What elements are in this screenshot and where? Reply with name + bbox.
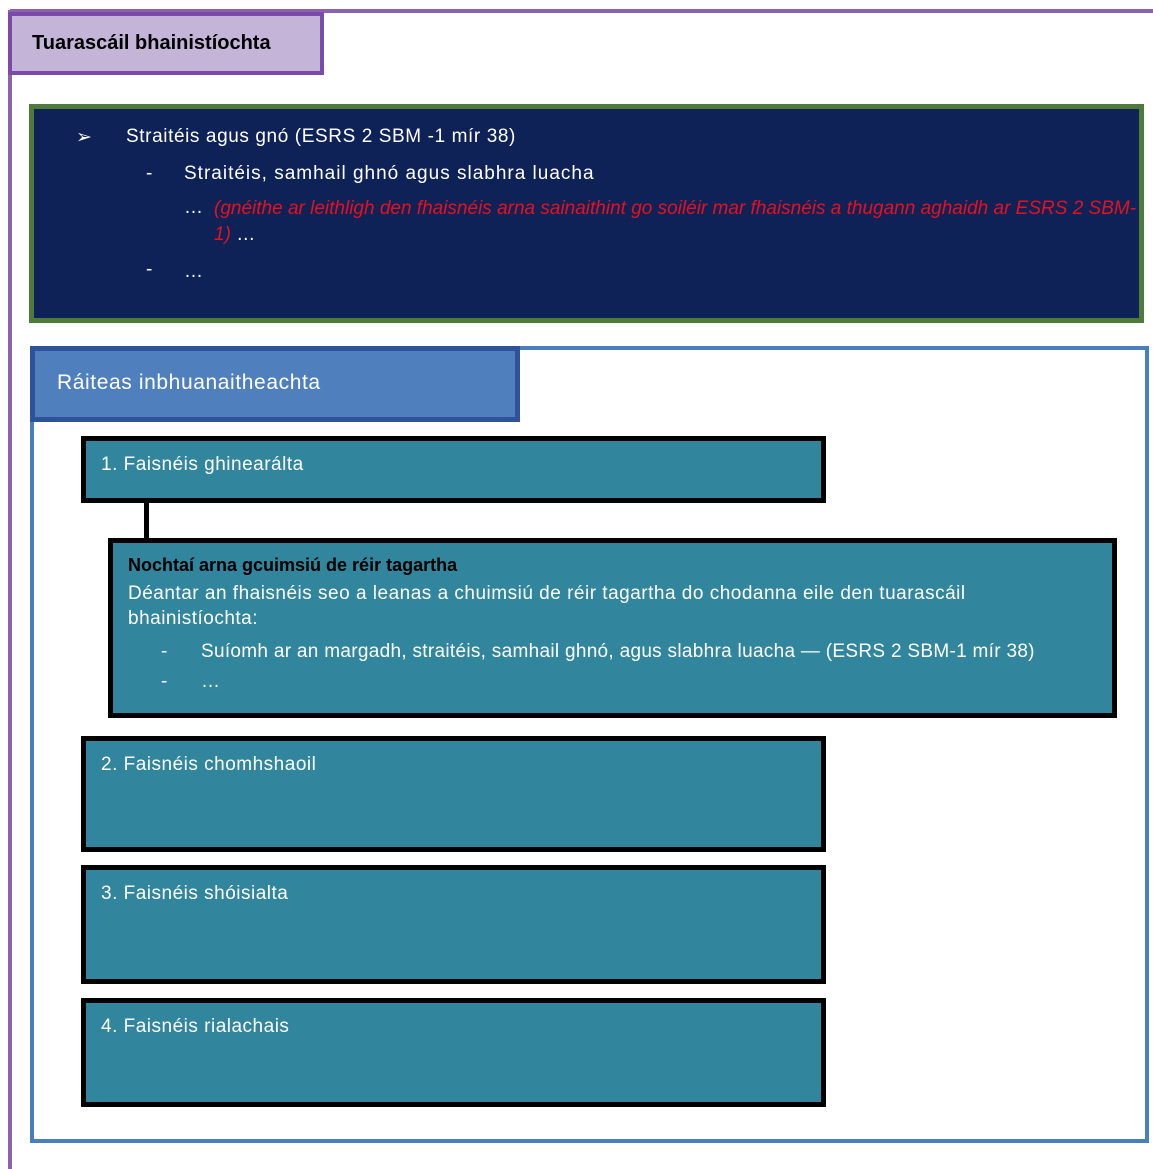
management-report-title: Tuarascáil bhainistíochta bbox=[32, 32, 271, 54]
strategy-sub-item: Straitéis, samhail ghnó agus slabhra lua… bbox=[184, 163, 595, 184]
strategy-heading: Straitéis agus gnó (ESRS 2 SBM -1 mír 38… bbox=[126, 126, 516, 147]
strategy-sub-item: … bbox=[184, 261, 203, 282]
incorporated-description: Déantar an fhaisnéis seo a leanas a chui… bbox=[128, 583, 966, 629]
section-general-information: 1. Faisnéis ghinearálta bbox=[81, 436, 826, 503]
sustainability-statement-title: Ráiteas inbhuanaitheachta bbox=[57, 371, 321, 394]
strategy-sub-dash: - bbox=[146, 259, 153, 280]
incorporated-item-dash: - bbox=[161, 671, 168, 692]
section-social-information: 3. Faisnéis shóisialta bbox=[81, 865, 826, 984]
incorporated-title: Nochtaí arna gcuimsiú de réir tagartha bbox=[128, 555, 458, 575]
section-environmental-information: 2. Faisnéis chomhshaoil bbox=[81, 736, 826, 852]
arrow-bullet-icon: ➢ bbox=[76, 127, 92, 148]
section-label: 2. Faisnéis chomhshaoil bbox=[101, 754, 317, 775]
section-governance-information: 4. Faisnéis rialachais bbox=[81, 998, 826, 1107]
strategy-note-red: (gnéithe ar leithligh den fhaisnéis arna… bbox=[214, 198, 1137, 245]
connector-line bbox=[144, 502, 149, 541]
management-report-frame-left bbox=[8, 10, 12, 1169]
incorporated-item: … bbox=[201, 671, 221, 692]
strategy-sub-dash: - bbox=[146, 163, 153, 184]
section-label: 3. Faisnéis shóisialta bbox=[101, 883, 289, 904]
section-label: 1. Faisnéis ghinearálta bbox=[101, 454, 304, 475]
sustainability-statement-tab: Ráiteas inbhuanaitheachta bbox=[30, 346, 520, 422]
incorporated-item-dash: - bbox=[161, 641, 168, 662]
section-label: 4. Faisnéis rialachais bbox=[101, 1016, 290, 1037]
incorporated-item: Suíomh ar an margadh, straitéis, samhail… bbox=[201, 641, 1035, 662]
incorporated-by-reference-box: Nochtaí arna gcuimsiú de réir tagartha D… bbox=[108, 538, 1117, 718]
strategy-ellipsis-prefix: … bbox=[184, 197, 203, 218]
management-report-tab: Tuarascáil bhainistíochta bbox=[8, 12, 324, 75]
strategy-note: (gnéithe ar leithligh den fhaisnéis arna… bbox=[214, 196, 1144, 250]
strategy-note-suffix: … bbox=[236, 224, 256, 245]
strategy-business-box: ➢ Straitéis agus gnó (ESRS 2 SBM -1 mír … bbox=[29, 104, 1144, 323]
